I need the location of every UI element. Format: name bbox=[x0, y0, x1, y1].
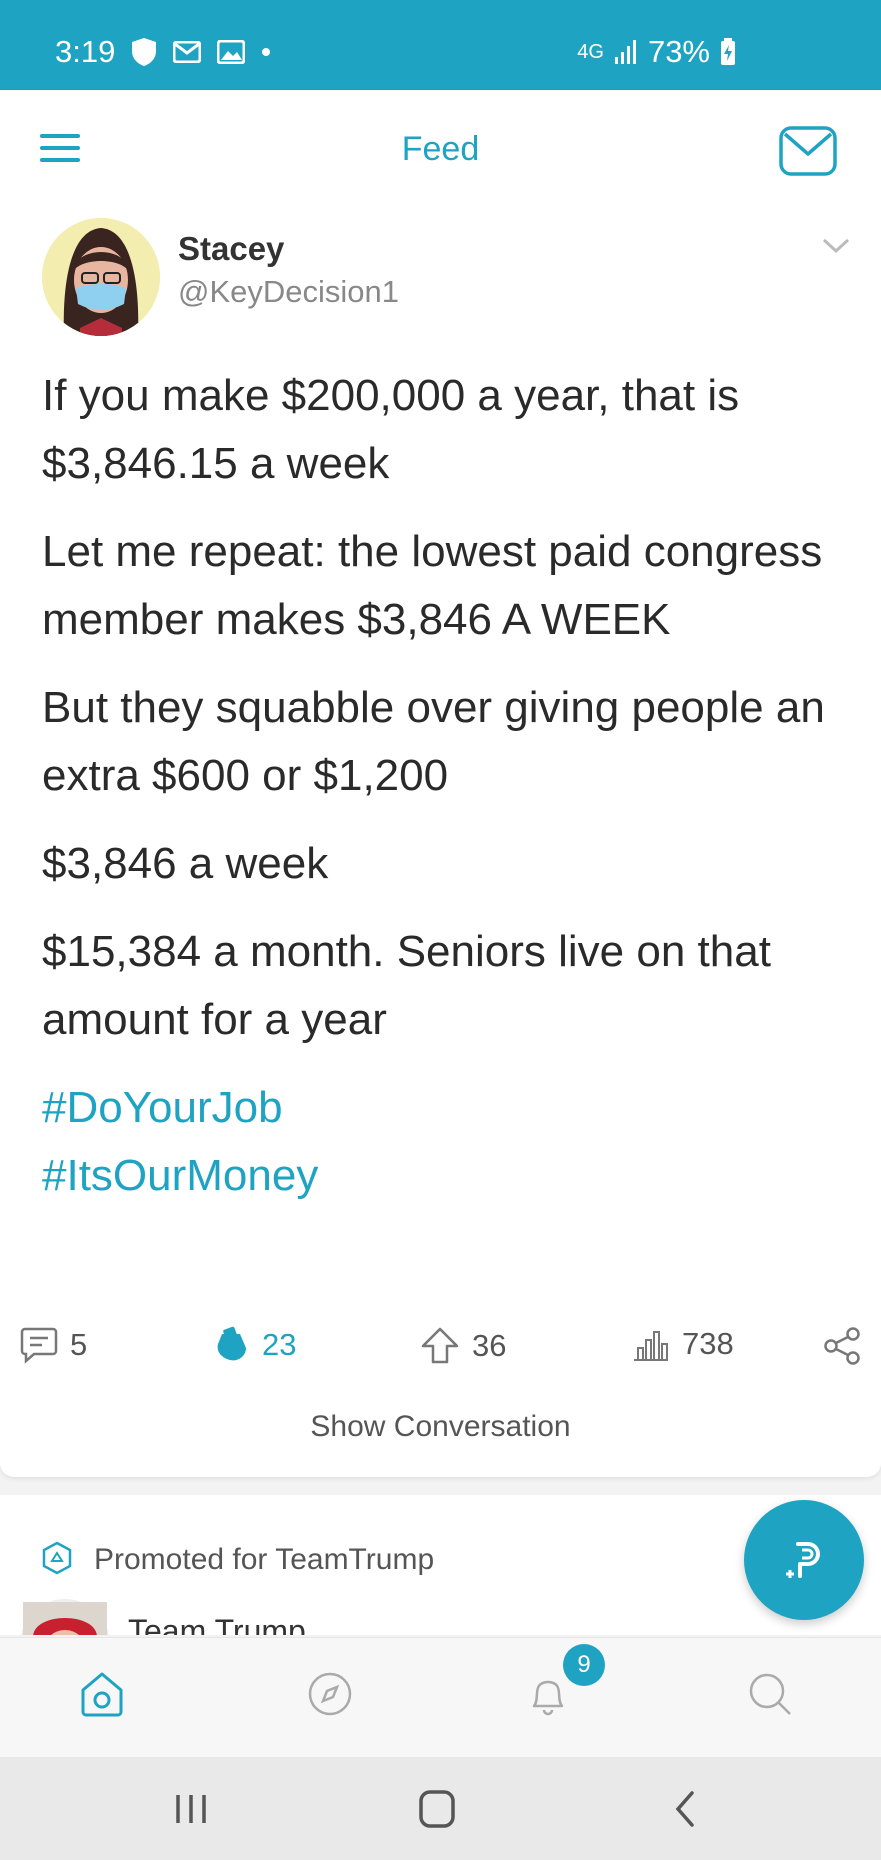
author-name[interactable]: Stacey bbox=[178, 230, 284, 268]
signal-icon bbox=[614, 39, 638, 65]
tab-bar bbox=[0, 1637, 881, 1757]
shield-icon bbox=[131, 37, 157, 67]
status-bar: 3:19 4G 73% bbox=[0, 0, 881, 90]
author-handle[interactable]: @KeyDecision1 bbox=[178, 274, 399, 310]
bell-icon bbox=[532, 1680, 564, 1716]
hashtag-link[interactable]: #ItsOurMoney bbox=[42, 1142, 842, 1210]
app-bar: Feed bbox=[0, 90, 881, 212]
post-paragraph: $15,384 a month. Seniors live on that am… bbox=[42, 927, 771, 1044]
post-actions: 5 23 36 738 bbox=[0, 1302, 881, 1382]
network-type: 4G bbox=[577, 40, 604, 63]
post-card[interactable]: Stacey @KeyDecision1 If you make $200,00… bbox=[0, 212, 881, 1477]
upvote-count: 23 bbox=[262, 1327, 297, 1362]
system-nav-bar bbox=[0, 1757, 881, 1860]
post-paragraph: But they squabble over giving people an … bbox=[42, 683, 825, 800]
comment-icon bbox=[20, 1327, 58, 1364]
page-title: Feed bbox=[401, 130, 480, 168]
views-count: 738 bbox=[682, 1326, 734, 1361]
compose-button[interactable] bbox=[744, 1500, 864, 1620]
upvote-active-icon bbox=[217, 1326, 246, 1361]
show-conversation-button[interactable]: Show Conversation bbox=[0, 1410, 881, 1444]
compass-icon bbox=[308, 1672, 352, 1716]
recent-apps-icon bbox=[176, 1795, 206, 1823]
post-text: If you make $200,000 a year, that is $3,… bbox=[42, 362, 842, 1210]
tab-search[interactable] bbox=[746, 1670, 806, 1730]
battery-percent: 73% bbox=[647, 34, 710, 69]
hashtag-link[interactable]: #DoYourJob bbox=[42, 1074, 842, 1142]
promo-name[interactable]: Team Trump bbox=[128, 1613, 306, 1635]
tab-home[interactable] bbox=[78, 1670, 138, 1730]
back-button[interactable] bbox=[660, 1789, 710, 1829]
post-paragraph: If you make $200,000 a year, that is $3,… bbox=[42, 371, 740, 488]
home-square-icon bbox=[419, 1790, 455, 1828]
comment-button[interactable]: 5 bbox=[20, 1326, 87, 1364]
chevron-down-icon[interactable] bbox=[821, 236, 851, 256]
repost-icon bbox=[421, 1327, 459, 1364]
mail-notification-icon bbox=[173, 41, 202, 63]
promoted-icon bbox=[40, 1541, 74, 1575]
recent-apps-button[interactable] bbox=[166, 1789, 216, 1829]
battery-charging-icon bbox=[720, 38, 736, 66]
dot-indicator-icon bbox=[261, 47, 271, 57]
upvote-button[interactable]: 23 bbox=[212, 1326, 296, 1364]
share-button[interactable] bbox=[822, 1326, 862, 1366]
share-icon bbox=[824, 1327, 860, 1365]
home-icon bbox=[81, 1672, 123, 1717]
repost-count: 36 bbox=[472, 1328, 507, 1363]
post-paragraph: Let me repeat: the lowest paid congress … bbox=[42, 527, 823, 644]
promo-avatar[interactable] bbox=[20, 1599, 110, 1635]
back-chevron-icon bbox=[675, 1791, 694, 1827]
status-time: 3:19 bbox=[55, 34, 116, 69]
bar-chart-icon bbox=[634, 1331, 668, 1361]
views-stat: 738 bbox=[632, 1326, 734, 1362]
messages-icon[interactable] bbox=[779, 126, 837, 176]
tab-explore[interactable] bbox=[306, 1670, 366, 1730]
comment-count: 5 bbox=[70, 1327, 88, 1362]
search-icon bbox=[749, 1673, 791, 1715]
repost-button[interactable]: 36 bbox=[420, 1326, 506, 1366]
author-avatar[interactable] bbox=[42, 218, 160, 336]
compose-icon bbox=[786, 1542, 820, 1578]
post-paragraph: $3,846 a week bbox=[42, 839, 329, 888]
home-button[interactable] bbox=[412, 1789, 462, 1829]
notification-badge: 9 bbox=[563, 1644, 605, 1686]
promoted-label: Promoted for TeamTrump bbox=[94, 1543, 435, 1576]
image-notification-icon bbox=[217, 40, 246, 64]
